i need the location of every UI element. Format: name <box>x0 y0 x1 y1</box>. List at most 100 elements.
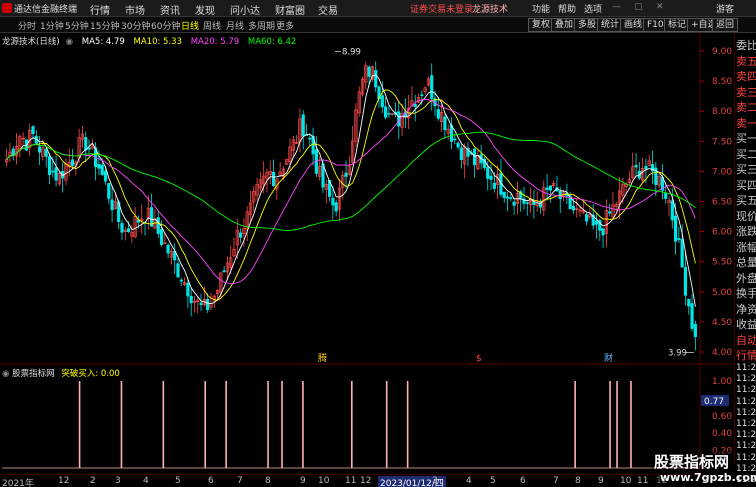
candle-body <box>156 217 160 234</box>
period-5min[interactable]: 5分钟 <box>65 19 89 32</box>
candle-body <box>100 164 104 175</box>
period-weekly[interactable]: 周线 <box>203 19 221 32</box>
time-tick-label: 8 <box>265 476 271 486</box>
signal-bar <box>78 381 81 468</box>
candle-body <box>456 142 460 148</box>
menu-quotes[interactable]: 行情 <box>90 2 110 17</box>
candle-body <box>308 137 312 140</box>
event-marker-3: 财 <box>604 352 613 364</box>
time-tick-label: 7 <box>237 476 243 486</box>
legend-ma60: MA60: 6.42 <box>247 37 297 47</box>
candle-body <box>687 298 691 307</box>
candle-body <box>545 187 549 191</box>
candle-body <box>380 95 384 108</box>
quote-field-label[interactable]: 自动 <box>736 332 756 348</box>
period-60min[interactable]: 60分钟 <box>151 19 180 32</box>
legend-icon[interactable]: ◉ <box>66 37 73 47</box>
time-tick-label: 9 <box>598 476 604 486</box>
candle-body <box>472 148 477 166</box>
close-icon[interactable]: ✕ <box>656 2 664 12</box>
candle-body <box>453 138 457 141</box>
candle-body <box>166 244 170 254</box>
function-menu[interactable]: 功能 <box>532 2 550 15</box>
price-tick-label: 5.50 <box>712 258 732 268</box>
period-intraday[interactable]: 分时 <box>18 19 36 32</box>
menu-discover[interactable]: 发现 <box>195 2 215 17</box>
period-more[interactable]: 更多 <box>276 19 294 32</box>
price-tick-label: 4.50 <box>712 318 732 328</box>
indicator-tick-label: 0.40 <box>712 429 732 439</box>
candle-body <box>548 185 552 191</box>
signal-bar <box>574 381 576 468</box>
quote-field-label[interactable]: 行情 <box>736 347 756 363</box>
candle-body <box>344 172 348 177</box>
signal-bar <box>302 381 304 468</box>
candle-body <box>509 197 513 200</box>
time-tick-label: 3 <box>115 476 121 486</box>
candle-body <box>525 202 529 204</box>
period-1min[interactable]: 1分钟 <box>40 19 64 32</box>
indicator-name[interactable]: 股票指标网 <box>12 369 55 379</box>
period-15min[interactable]: 15分钟 <box>90 19 119 32</box>
quote-field-label: 净资 <box>736 302 756 316</box>
candles-layer <box>5 61 697 351</box>
price-tick-label: 8.50 <box>712 77 732 87</box>
quote-field-label: 买三 <box>736 163 756 176</box>
indicator-value: 突破买入: 0.00 <box>61 369 120 379</box>
watermark-text: 股票指标网 <box>654 453 730 471</box>
time-tick-label: 12 <box>360 476 372 486</box>
menu-market[interactable]: 市场 <box>125 2 145 17</box>
menu-ask[interactable]: 问小达 <box>230 2 260 17</box>
guest-user[interactable]: 游客 <box>716 2 734 15</box>
price-tick-label: 7.00 <box>712 167 732 177</box>
candle-body <box>585 214 589 222</box>
candle-body <box>397 111 401 127</box>
signal-bar <box>162 381 165 468</box>
period-daily[interactable]: 日线 <box>181 19 199 32</box>
candle-body <box>492 182 496 189</box>
quote-field-label: 卖四 <box>736 70 756 83</box>
back-button[interactable]: 返回 <box>712 18 739 32</box>
period-multi[interactable]: 多周期 <box>248 19 275 32</box>
signal-bar <box>225 381 227 468</box>
maximize-icon[interactable]: ▢ <box>634 2 643 12</box>
candle-body <box>673 215 678 242</box>
menu-wealth[interactable]: 财富圈 <box>275 2 305 17</box>
indicator-settings-icon[interactable]: ◉ <box>2 369 9 379</box>
candle-body <box>459 147 463 161</box>
time-tick-label: 4 <box>143 476 149 486</box>
menu-trade[interactable]: 交易 <box>318 2 338 17</box>
signal-bar <box>267 381 269 468</box>
candle-body <box>186 282 190 297</box>
chart-area[interactable]: 9.00 8.50 8.00 7.50 7.00 6.50 6.00 5.50 5.00 4.50… <box>0 33 734 474</box>
tick-time: 11:2 <box>736 441 756 452</box>
options-menu[interactable]: 选项 <box>584 2 602 15</box>
watermark: 股票指标网 www.7gpzb.com <box>652 451 756 487</box>
quote-field-label: 卖五 <box>736 54 756 68</box>
minimize-icon[interactable]: — <box>612 2 621 12</box>
menu-news[interactable]: 资讯 <box>160 2 180 17</box>
chart-stock-name: 龙源技术(日线) <box>2 37 60 47</box>
time-tick-label: 2021年 <box>2 479 34 487</box>
quote-field-label: 买一 <box>736 132 756 145</box>
candle-body <box>436 109 440 119</box>
candle-body <box>670 200 674 221</box>
app-title: 通达信金融终端 <box>14 5 78 15</box>
app-logo-icon <box>2 3 12 13</box>
candle-body <box>387 113 391 115</box>
tick-time: 11:2 <box>736 452 756 463</box>
period-30min[interactable]: 30分钟 <box>121 19 150 32</box>
candle-body <box>384 106 388 118</box>
quote-field-label: 换手 <box>736 287 756 300</box>
time-tick-label: 11 <box>637 476 649 486</box>
legend-ma10: MA10: 5.33 <box>133 37 182 47</box>
signal-bar <box>204 381 207 468</box>
quote-field-label: 买五 <box>736 194 756 207</box>
candle-body <box>677 238 681 240</box>
axes-layer: 9.00 8.50 8.00 7.50 7.00 6.50 6.00 5.50 5.00 4.50… <box>318 47 732 457</box>
candle-body <box>367 66 371 77</box>
login-notice[interactable]: 证券交易未登录 <box>410 2 473 15</box>
period-monthly[interactable]: 月线 <box>226 19 244 32</box>
time-tick-label: 12 <box>58 476 70 486</box>
help-menu[interactable]: 帮助 <box>558 2 576 15</box>
